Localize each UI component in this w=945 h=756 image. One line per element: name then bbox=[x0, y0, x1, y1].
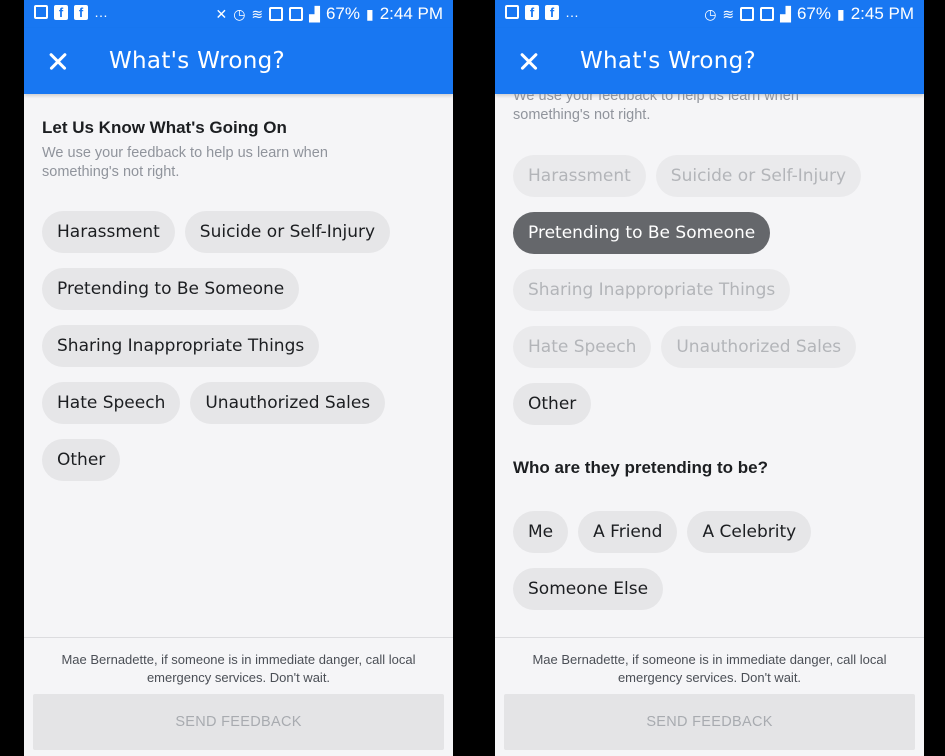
facebook-icon: f bbox=[525, 4, 539, 20]
battery-percent: 67% bbox=[796, 4, 831, 23]
option-row: Hate Speech Unauthorized Sales bbox=[513, 326, 913, 369]
alarm-icon: ◷ bbox=[704, 5, 717, 22]
phone-screen-right: f f … ◷ ≋ ▟ 67% ▮ 2:45 PM What's Wrong? … bbox=[495, 0, 924, 756]
signal-bars-icon: ▟ bbox=[780, 5, 791, 22]
status-bar: f f … ◷ ≋ ▟ 67% ▮ 2:45 PM bbox=[495, 0, 924, 28]
option-row: Harassment Suicide or Self-Injury bbox=[42, 211, 442, 254]
option-chip-hate-speech[interactable]: Hate Speech bbox=[513, 326, 652, 368]
option-chip-other[interactable]: Other bbox=[42, 439, 121, 481]
send-feedback-button[interactable]: SEND FEEDBACK bbox=[504, 694, 915, 750]
option-row: Sharing Inappropriate Things bbox=[42, 325, 442, 368]
report-content: Let Us Know What's Going On We use your … bbox=[24, 94, 453, 638]
report-options: Harassment Suicide or Self-Injury Pretendi… bbox=[513, 155, 913, 440]
report-content: We use your feedback to help us learn wh… bbox=[495, 94, 924, 638]
option-chip-a-friend[interactable]: A Friend bbox=[578, 511, 678, 553]
wifi-icon: ≋ bbox=[722, 5, 735, 22]
option-chip-hate-speech[interactable]: Hate Speech bbox=[42, 382, 181, 424]
option-chip-sharing-inappropriate-things[interactable]: Sharing Inappropriate Things bbox=[42, 325, 320, 367]
footer: Mae Bernadette, if someone is in immedia… bbox=[495, 637, 924, 756]
followup-options: Me A Friend A Celebrity Someone Else bbox=[513, 511, 913, 625]
page-title: What's Wrong? bbox=[109, 48, 286, 74]
battery-percent: 67% bbox=[325, 4, 360, 23]
option-row: Hate Speech Unauthorized Sales bbox=[42, 382, 442, 425]
page-title: What's Wrong? bbox=[580, 48, 757, 74]
footer: Mae Bernadette, if someone is in immedia… bbox=[24, 637, 453, 756]
signal-bars-icon: ▟ bbox=[309, 5, 320, 22]
battery-icon: ▮ bbox=[365, 5, 374, 22]
alarm-icon: ◷ bbox=[233, 5, 246, 22]
option-chip-unauthorized-sales[interactable]: Unauthorized Sales bbox=[190, 382, 386, 424]
option-chip-suicide-or-self-injury[interactable]: Suicide or Self-Injury bbox=[655, 155, 862, 197]
data-icon bbox=[740, 7, 755, 21]
option-chip-harassment[interactable]: Harassment bbox=[513, 155, 646, 197]
close-icon[interactable] bbox=[44, 47, 72, 75]
emergency-note: Mae Bernadette, if someone is in immedia… bbox=[61, 652, 416, 685]
facebook-icon: f bbox=[545, 4, 559, 20]
section-title: Let Us Know What's Going On bbox=[42, 118, 287, 137]
option-chip-pretending-to-be-someone[interactable]: Pretending to Be Someone bbox=[42, 268, 300, 310]
app-bar: What's Wrong? bbox=[24, 28, 453, 94]
option-row: Sharing Inappropriate Things bbox=[513, 269, 913, 312]
battery-icon: ▮ bbox=[836, 5, 845, 22]
option-row: Me A Friend A Celebrity bbox=[513, 511, 913, 554]
emergency-note: Mae Bernadette, if someone is in immedia… bbox=[532, 652, 887, 685]
option-row: Other bbox=[513, 383, 913, 426]
facebook-icon: f bbox=[54, 4, 68, 20]
signal-icon bbox=[289, 7, 304, 21]
phone-screen-left: f f … ✕ ◷ ≋ ▟ 67% ▮ 2:44 PM What's Wrong… bbox=[24, 0, 453, 756]
report-options: Harassment Suicide or Self-Injury Pretendi… bbox=[42, 211, 442, 496]
data-icon bbox=[269, 7, 284, 21]
signal-icon bbox=[760, 7, 775, 21]
wifi-icon: ≋ bbox=[251, 5, 264, 22]
option-chip-unauthorized-sales[interactable]: Unauthorized Sales bbox=[661, 326, 857, 368]
option-row: Other bbox=[42, 439, 442, 482]
app-bar: What's Wrong? bbox=[495, 28, 924, 94]
section-description: We use your feedback to help us learn wh… bbox=[513, 94, 799, 123]
more-notifications-icon: … bbox=[94, 4, 108, 20]
option-chip-sharing-inappropriate-things[interactable]: Sharing Inappropriate Things bbox=[513, 269, 791, 311]
option-row: Pretending to Be Someone bbox=[42, 268, 442, 311]
image-icon bbox=[34, 5, 48, 19]
facebook-icon: f bbox=[74, 4, 88, 20]
option-row: Harassment Suicide or Self-Injury bbox=[513, 155, 913, 198]
option-chip-pretending-to-be-someone[interactable]: Pretending to Be Someone bbox=[513, 212, 771, 254]
option-chip-other[interactable]: Other bbox=[513, 383, 592, 425]
status-bar: f f … ✕ ◷ ≋ ▟ 67% ▮ 2:44 PM bbox=[24, 0, 453, 28]
image-icon bbox=[505, 5, 519, 19]
option-row: Someone Else bbox=[513, 568, 913, 611]
option-row: Pretending to Be Someone bbox=[513, 212, 913, 255]
option-chip-someone-else[interactable]: Someone Else bbox=[513, 568, 664, 610]
clock-time: 2:44 PM bbox=[379, 4, 443, 23]
mute-icon: ✕ bbox=[215, 5, 228, 22]
option-chip-harassment[interactable]: Harassment bbox=[42, 211, 175, 253]
option-chip-me[interactable]: Me bbox=[513, 511, 569, 553]
more-notifications-icon: … bbox=[565, 4, 579, 20]
section-description: We use your feedback to help us learn wh… bbox=[42, 145, 328, 180]
option-chip-suicide-or-self-injury[interactable]: Suicide or Self-Injury bbox=[184, 211, 391, 253]
close-icon[interactable] bbox=[515, 47, 543, 75]
clock-time: 2:45 PM bbox=[850, 4, 914, 23]
followup-title: Who are they pretending to be? bbox=[513, 458, 769, 477]
option-chip-a-celebrity[interactable]: A Celebrity bbox=[687, 511, 812, 553]
send-feedback-button[interactable]: SEND FEEDBACK bbox=[33, 694, 444, 750]
